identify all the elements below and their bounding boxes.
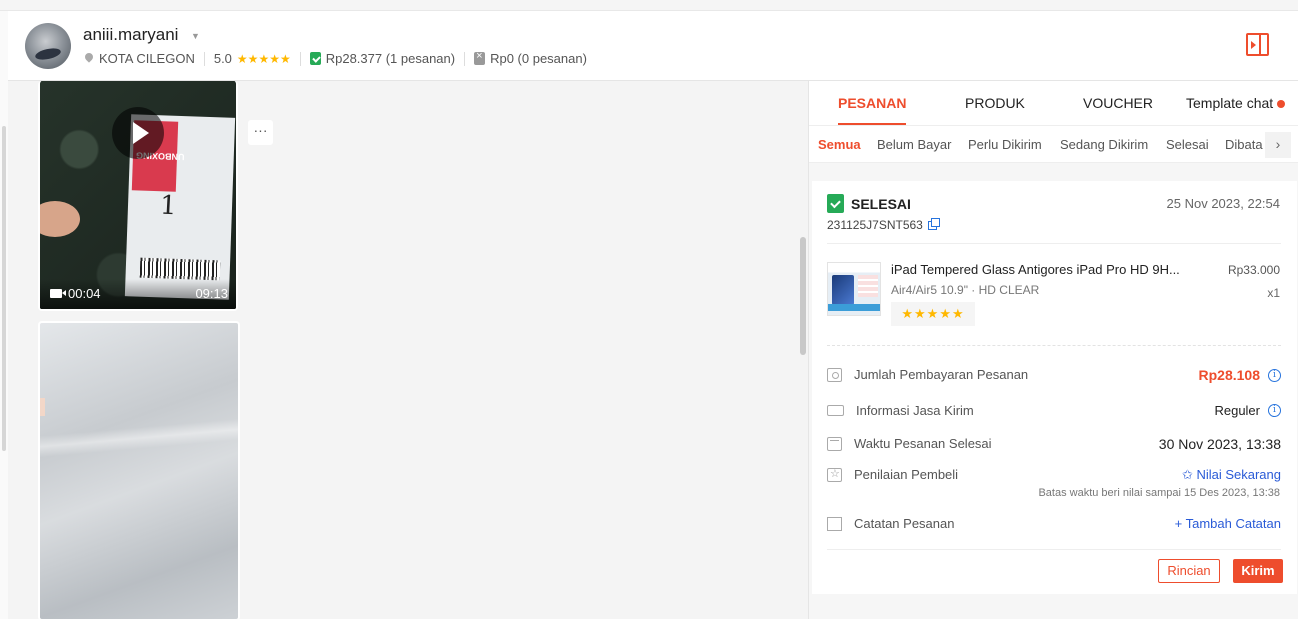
product-thumbnail[interactable] [827, 262, 881, 316]
completed-clipboard-icon [827, 194, 844, 213]
gray-clipboard-icon [474, 50, 486, 65]
left-scrollbar[interactable] [0, 11, 8, 619]
order-card: SELESAI 25 Nov 2023, 22:54 231125J7SNT56… [812, 181, 1297, 594]
note-icon [827, 516, 842, 531]
thumb-stripe [828, 304, 880, 311]
order-id-text: 231125J7SNT563 [827, 218, 923, 232]
video-duration: 09:13 [195, 286, 228, 301]
order-status: SELESAI [827, 194, 911, 213]
shipping-value: Reguler [1214, 403, 1260, 418]
subtab-semua[interactable]: Semua [818, 126, 861, 162]
tab-pesanan[interactable]: PESANAN [838, 81, 907, 125]
paid-orders-total: Rp28.377 (1 pesanan) [325, 51, 456, 66]
product-name[interactable]: iPad Tempered Glass Antigores iPad Pro H… [891, 262, 1211, 277]
buyer-username[interactable]: aniii.maryani [83, 25, 178, 45]
video-message[interactable]: 1 00:04 09:13 [38, 81, 238, 311]
review-star-icon [827, 467, 842, 482]
handwriting: 1 [159, 190, 178, 222]
meta-divider [203, 51, 205, 66]
barcode [139, 257, 221, 281]
subtab-selesai[interactable]: Selesai [1166, 126, 1209, 162]
buyer-review-label: Penilaian Pembeli [854, 467, 959, 482]
tab-template-chat-label: Template chat [1186, 95, 1274, 111]
order-status-label: SELESAI [851, 195, 911, 212]
product-rating-stars: ★★★★★ [891, 302, 975, 326]
payment-label: Jumlah Pembayaran Pesanan [854, 367, 1029, 382]
tab-produk[interactable]: PRODUK [965, 81, 1025, 125]
truck-icon [827, 405, 844, 416]
product-quantity: x1 [1267, 286, 1280, 300]
info-icon[interactable]: i [1268, 368, 1281, 382]
product-variation: Air4/Air5 10.9" · HD CLEAR [891, 283, 1040, 297]
chat-messages-area: 1 00:04 09:13 ··· [8, 81, 808, 619]
tab-template-chat[interactable]: Template chat [1186, 81, 1286, 125]
chat-scrollbar[interactable] [800, 237, 806, 355]
buyer-meta: KOTA CILEGON 5.0 ★★★★★ Rp28.377 (1 pesan… [84, 50, 587, 66]
order-notes-label: Catatan Pesanan [854, 516, 955, 531]
chevron-right-icon[interactable]: › [1265, 132, 1291, 158]
shipping-label: Informasi Jasa Kirim [856, 403, 974, 418]
avatar[interactable] [25, 23, 71, 69]
payment-amount: Rp28.108 [1198, 367, 1260, 383]
panel-toggle-icon[interactable] [1246, 33, 1269, 56]
buyer-location: KOTA CILEGON [99, 51, 195, 66]
notification-dot-icon [1277, 100, 1286, 109]
meta-divider [299, 51, 301, 66]
completed-time-label: Waktu Pesanan Selesai [854, 436, 992, 451]
review-deadline: Batas waktu beri nilai sampai 15 Des 202… [1038, 487, 1280, 499]
calendar-check-icon [827, 436, 842, 451]
video-current-time-text: 00:04 [68, 286, 101, 301]
dashed-divider [827, 345, 1281, 346]
tab-voucher[interactable]: VOUCHER [1083, 81, 1153, 125]
add-note-link[interactable]: + Tambah Catatan [1175, 516, 1281, 531]
order-side-panel: PESANAN PRODUK VOUCHER Template chat Sem… [808, 81, 1298, 619]
image-message[interactable] [38, 321, 240, 619]
video-camera-icon [50, 289, 66, 298]
completed-time-value: 30 Nov 2023, 13:38 [1158, 436, 1281, 452]
thumb-icons [858, 275, 878, 297]
product-price: Rp33.000 [1227, 263, 1280, 277]
play-icon[interactable] [112, 107, 164, 159]
top-strip [0, 0, 1298, 11]
video-current-time: 00:04 [50, 286, 101, 301]
unpaid-orders-total: Rp0 (0 pesanan) [490, 51, 587, 66]
chevron-down-icon[interactable]: ▼ [191, 31, 200, 41]
info-icon[interactable]: i [1268, 404, 1281, 417]
detail-button[interactable]: Rincian [1158, 559, 1220, 583]
send-button[interactable]: Kirim [1233, 559, 1283, 583]
side-tabs: PESANAN PRODUK VOUCHER Template chat [809, 81, 1298, 125]
order-status-subtabs: Semua Belum Bayar Perlu Dikirim Sedang D… [809, 125, 1298, 163]
thumb-device [832, 275, 854, 305]
subtab-belum-bayar[interactable]: Belum Bayar [877, 126, 951, 162]
rate-now-link[interactable]: ✩ Nilai Sekarang [1182, 467, 1281, 483]
divider [827, 243, 1281, 244]
meta-divider [464, 51, 466, 66]
rating-stars-icon: ★★★★★ [236, 51, 291, 66]
order-id: 231125J7SNT563 [827, 217, 940, 232]
subtab-dibatalkan[interactable]: Dibata [1225, 126, 1263, 162]
order-date: 25 Nov 2023, 22:54 [1166, 196, 1280, 211]
location-pin-icon [84, 53, 94, 65]
divider [827, 549, 1281, 550]
buyer-rating: 5.0 [213, 51, 232, 66]
subtab-perlu-dikirim[interactable]: Perlu Dikirim [968, 126, 1042, 162]
more-options-button[interactable]: ··· [248, 120, 273, 145]
chat-header: aniii.maryani ▼ KOTA CILEGON 5.0 ★★★★★ R… [8, 11, 1298, 81]
subtab-sedang-dikirim[interactable]: Sedang Dikirim [1060, 126, 1148, 162]
payment-icon [827, 367, 842, 382]
copy-icon[interactable] [927, 217, 940, 230]
green-clipboard-icon [309, 52, 321, 65]
